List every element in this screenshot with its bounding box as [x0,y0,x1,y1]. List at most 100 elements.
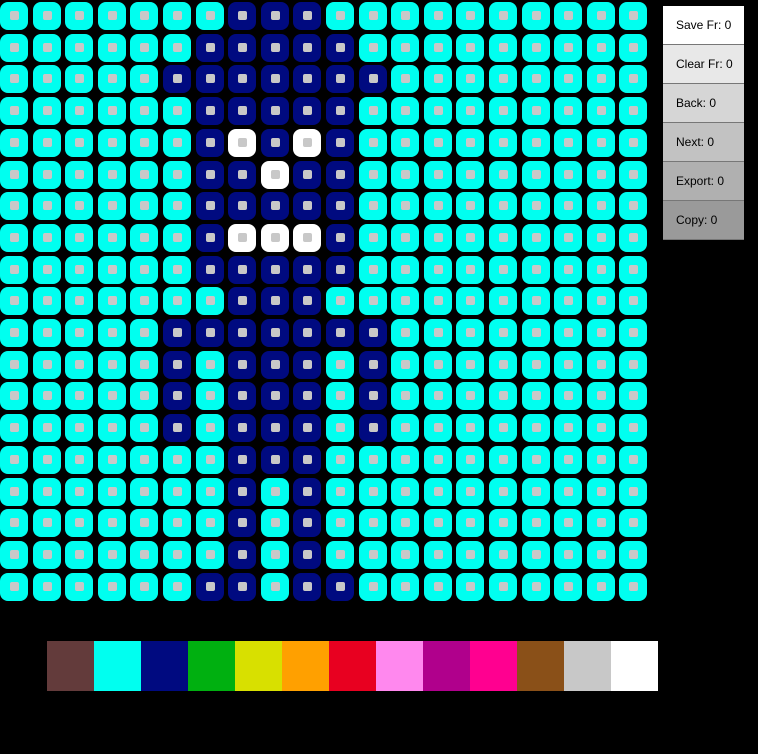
grid-cell[interactable] [423,2,452,30]
grid-cell[interactable] [32,33,61,62]
grid-cell[interactable] [423,97,452,126]
grid-cell[interactable] [97,287,126,316]
grid-cell[interactable] [163,287,191,316]
grid-cell[interactable] [97,477,126,506]
grid-cell[interactable] [489,65,517,94]
palette-swatch[interactable] [188,641,235,691]
grid-cell[interactable] [65,350,94,379]
grid-cell[interactable] [163,382,191,411]
grid-cell[interactable] [489,572,517,601]
grid-cell[interactable] [619,382,648,411]
copy-button[interactable]: Copy: 0 [663,201,744,240]
grid-cell[interactable] [456,445,485,474]
grid-cell[interactable] [97,350,126,379]
grid-cell[interactable] [0,160,28,189]
grid-cell[interactable] [97,128,126,157]
grid-cell[interactable] [619,65,648,94]
grid-cell[interactable] [195,540,224,569]
grid-cell[interactable] [130,287,159,316]
grid-cell[interactable] [163,350,191,379]
grid-cell[interactable] [228,128,257,157]
next-button[interactable]: Next: 0 [663,123,744,162]
grid-cell[interactable] [97,33,126,62]
grid-cell[interactable] [65,128,94,157]
grid-cell[interactable] [358,223,387,252]
grid-cell[interactable] [521,540,550,569]
grid-cell[interactable] [163,509,191,538]
grid-cell[interactable] [619,255,648,284]
grid-cell[interactable] [65,255,94,284]
grid-cell[interactable] [228,223,257,252]
grid-cell[interactable] [521,509,550,538]
grid-cell[interactable] [0,414,28,443]
grid-cell[interactable] [195,97,224,126]
grid-cell[interactable] [391,65,420,94]
grid-cell[interactable] [586,382,615,411]
grid-cell[interactable] [358,2,387,30]
grid-cell[interactable] [32,223,61,252]
grid-cell[interactable] [489,477,517,506]
grid-cell[interactable] [195,255,224,284]
grid-cell[interactable] [228,509,257,538]
grid-cell[interactable] [521,382,550,411]
grid-cell[interactable] [456,572,485,601]
grid-cell[interactable] [489,382,517,411]
palette-swatch[interactable] [94,641,141,691]
grid-cell[interactable] [293,540,322,569]
grid-cell[interactable] [391,540,420,569]
grid-cell[interactable] [586,223,615,252]
grid-cell[interactable] [489,509,517,538]
grid-cell[interactable] [358,192,387,221]
grid-cell[interactable] [586,509,615,538]
grid-cell[interactable] [554,97,583,126]
grid-cell[interactable] [619,509,648,538]
grid-cell[interactable] [0,2,28,30]
grid-cell[interactable] [130,223,159,252]
grid-cell[interactable] [97,540,126,569]
grid-cell[interactable] [130,414,159,443]
grid-cell[interactable] [195,160,224,189]
grid-cell[interactable] [228,192,257,221]
grid-cell[interactable] [358,97,387,126]
palette-swatch[interactable] [470,641,517,691]
grid-cell[interactable] [358,319,387,347]
grid-cell[interactable] [293,33,322,62]
grid-cell[interactable] [326,192,354,221]
grid-cell[interactable] [391,414,420,443]
palette-swatch[interactable] [329,641,376,691]
grid-cell[interactable] [521,319,550,347]
grid-cell[interactable] [228,350,257,379]
grid-cell[interactable] [293,160,322,189]
grid-cell[interactable] [0,572,28,601]
grid-cell[interactable] [326,160,354,189]
grid-cell[interactable] [619,350,648,379]
grid-cell[interactable] [326,540,354,569]
grid-cell[interactable] [554,128,583,157]
grid-cell[interactable] [195,382,224,411]
grid-cell[interactable] [260,97,289,126]
clear-frame-button[interactable]: Clear Fr: 0 [663,45,744,84]
grid-cell[interactable] [423,287,452,316]
grid-cell[interactable] [489,319,517,347]
grid-cell[interactable] [260,414,289,443]
grid-cell[interactable] [228,2,257,30]
grid-cell[interactable] [423,192,452,221]
grid-cell[interactable] [163,414,191,443]
grid-cell[interactable] [521,477,550,506]
grid-cell[interactable] [326,477,354,506]
grid-cell[interactable] [32,414,61,443]
grid-cell[interactable] [521,128,550,157]
grid-cell[interactable] [130,509,159,538]
grid-cell[interactable] [554,350,583,379]
grid-cell[interactable] [228,445,257,474]
grid-cell[interactable] [195,33,224,62]
grid-cell[interactable] [586,572,615,601]
grid-cell[interactable] [489,128,517,157]
grid-cell[interactable] [554,287,583,316]
grid-cell[interactable] [619,97,648,126]
grid-cell[interactable] [293,192,322,221]
grid-cell[interactable] [293,509,322,538]
grid-cell[interactable] [586,540,615,569]
grid-cell[interactable] [326,65,354,94]
grid-cell[interactable] [391,477,420,506]
